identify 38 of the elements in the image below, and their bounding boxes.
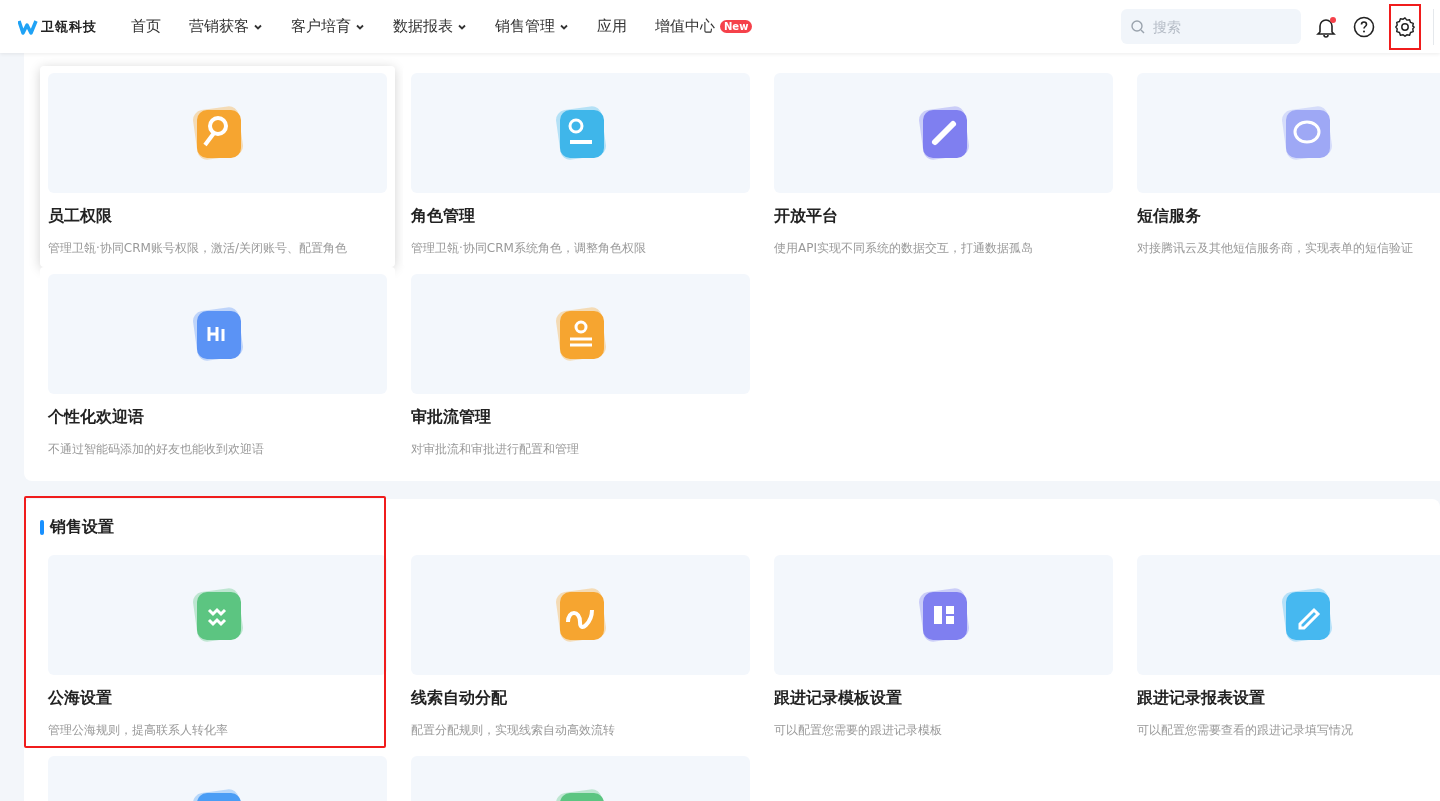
card-title: 跟进记录模板设置 <box>774 687 903 709</box>
nav-item[interactable]: 增值中心 New <box>641 17 767 36</box>
card-description: 使用API实现不同系统的数据交互，打通数据孤岛 <box>774 240 1034 257</box>
search-icon <box>1131 19 1145 34</box>
card-title: 角色管理 <box>411 205 476 227</box>
search-input[interactable]: 搜索 <box>1151 17 1285 36</box>
card-description: 不通过智能码添加的好友也能收到欢迎语 <box>48 441 265 458</box>
search-field[interactable]: 搜索 <box>1121 9 1301 44</box>
card-title: 审批流管理 <box>411 406 492 428</box>
nav-item[interactable]: 营销获客 <box>175 17 277 36</box>
settings-card[interactable]: 员工权限 管理卫瓴·协同CRM账号权限，激活/关闭账号、配置角色 <box>40 66 395 267</box>
gear-icon <box>1394 15 1416 38</box>
nav-item[interactable]: 销售管理 <box>481 17 583 36</box>
card-title: 公海设置 <box>48 687 113 709</box>
section-marker <box>40 519 44 535</box>
nav-item[interactable]: 应用 <box>583 17 641 36</box>
card-description: 配置分配规则，实现线索自动高效流转 <box>411 722 616 739</box>
card-description: 可以配置您需要查看的跟进记录填写情况 <box>1137 722 1354 739</box>
card-description: 可以配置您需要的跟进记录模板 <box>774 722 943 739</box>
card-description: 对审批流和审批进行配置和管理 <box>411 441 580 458</box>
card-description: 管理公海规则，提高联系人转化率 <box>48 722 229 739</box>
logo-icon <box>18 18 38 35</box>
card-title: 个性化欢迎语 <box>48 406 145 428</box>
card-description: 管理卫瓴·协同CRM系统角色，调整角色权限 <box>411 240 647 257</box>
card-title: 线索自动分配 <box>411 687 508 709</box>
nav-item[interactable]: 客户培育 <box>277 17 379 36</box>
card-title: 开放平台 <box>774 205 839 227</box>
nav-item[interactable]: 数据报表 <box>379 17 481 36</box>
new-badge: New <box>720 20 753 33</box>
nav-item[interactable]: 首页 <box>117 17 175 36</box>
logo-text: 卫瓴科技 <box>41 17 97 36</box>
card-title: 短信服务 <box>1137 205 1202 227</box>
card-description: 对接腾讯云及其他短信服务商，实现表单的短信验证 <box>1137 240 1414 257</box>
card-title: 员工权限 <box>48 205 113 227</box>
settings-button[interactable] <box>1389 3 1421 50</box>
card-title: 跟进记录报表设置 <box>1137 687 1266 709</box>
section-title: 销售设置 <box>50 516 114 538</box>
card-description: 管理卫瓴·协同CRM账号权限，激活/关闭账号、配置角色 <box>48 240 348 257</box>
